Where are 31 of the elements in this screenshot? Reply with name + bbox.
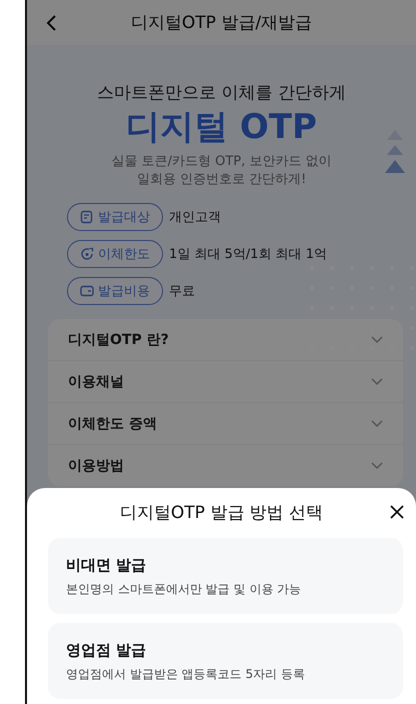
- accordion-item[interactable]: 이체한도 증액: [48, 402, 403, 444]
- triangles-drawing: [384, 130, 406, 174]
- back-icon[interactable]: [45, 14, 57, 32]
- accordion-item[interactable]: 이용채널: [48, 360, 403, 402]
- document-icon: [80, 210, 94, 224]
- info-tag: 발급비용: [67, 277, 163, 305]
- accordion-item[interactable]: 이용방법: [48, 444, 403, 486]
- option-description: 영업점에서 발급받은 앱등록코드 5자리 등록: [66, 666, 306, 683]
- chevron-icon: [371, 336, 383, 344]
- option-card[interactable]: 영업점 발급 영업점에서 발급받은 앱등록코드 5자리 등록: [48, 623, 403, 699]
- option-title: 영업점 발급: [66, 641, 148, 660]
- hero-description: 실물 토큰/카드형 OTP, 보안카드 없이 일회용 인증번호로 간단하게!: [111, 153, 332, 189]
- close-icon[interactable]: [390, 505, 404, 519]
- option-title: 비대면 발급: [66, 556, 148, 575]
- info-tag: 이체한도: [67, 240, 163, 268]
- hero-subtitle: 스마트폰만으로 이체를 간단하게: [97, 82, 346, 105]
- coin-arrow-icon: [80, 247, 94, 261]
- option-card[interactable]: 비대면 발급 본인명의 스마트폰에서만 발급 및 이용 가능: [48, 538, 403, 614]
- chevron-icon: [371, 420, 383, 428]
- hero-title: 디지털 OTP: [126, 106, 317, 149]
- page-title: 디지털OTP 발급/재발급: [130, 12, 312, 34]
- info-value: 무료: [169, 283, 195, 300]
- chevron-icon: [371, 378, 383, 386]
- option-description: 본인명의 스마트폰에서만 발급 및 이용 가능: [66, 581, 302, 598]
- info-value: 개인고객: [169, 209, 221, 226]
- sheet-title: 디지털OTP 발급 방법 선택: [120, 502, 324, 524]
- info-value: 1일 최대 5억/1회 최대 1억: [169, 246, 327, 263]
- accordion-item[interactable]: 디지털OTP 란?: [48, 319, 403, 360]
- card-icon: [80, 284, 94, 298]
- chevron-icon: [371, 462, 383, 470]
- info-tag: 발급대상: [67, 203, 163, 231]
